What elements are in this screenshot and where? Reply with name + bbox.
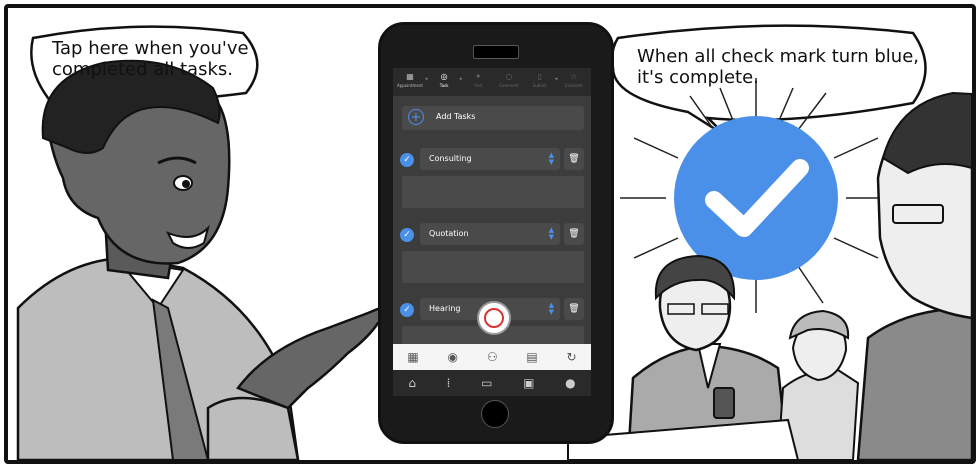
task-select[interactable]: Consulting ▲ ▼ [420,148,560,170]
checkmark-icon[interactable]: ✓ [400,228,414,242]
step-appointment[interactable]: ▦ Appointment [395,68,425,88]
step-arrow-icon: ▸ [555,76,559,82]
calendar-icon: ▦ [406,72,414,81]
step-evaluate[interactable]: ☆ Evaluate [559,68,589,88]
home-icon[interactable]: ⌂ [408,376,416,390]
trash-icon[interactable]: 🗑 [564,298,584,320]
trash-icon[interactable]: 🗑 [564,148,584,170]
app-screen: ▦ Appointment ▸ ◎ Task ▸ ✦ Visit ○ Comment ▯… [393,68,591,396]
client-figure-right [856,91,972,460]
add-tasks-button[interactable]: + Add Tasks [402,106,584,130]
plus-icon: + [408,109,424,125]
document-icon[interactable]: ▤ [526,350,537,364]
record-button[interactable] [477,301,511,335]
calendar-icon[interactable]: ▦ [407,350,418,364]
check-icon: ◎ [440,72,448,81]
walk-icon: ✦ [474,72,482,81]
step-comment[interactable]: ○ Comment [494,68,524,88]
phone-speaker [473,45,519,59]
phone-home-button[interactable] [481,400,509,428]
updown-chevron-icon: ▲ ▼ [548,226,554,241]
checkmark-icon[interactable]: ✓ [400,153,414,167]
location-pin-icon[interactable]: ◉ [448,350,458,364]
updown-chevron-icon: ▲ ▼ [548,151,554,166]
task-note-field[interactable] [402,176,584,208]
step-task[interactable]: ◎ Task [429,68,459,88]
step-visit[interactable]: ✦ Visit [463,68,493,88]
refresh-icon[interactable]: ↻ [567,350,577,364]
checkmark-icon[interactable]: ✓ [400,303,414,317]
task-select[interactable]: Quotation ▲ ▼ [420,223,560,245]
step-arrow-icon: ▸ [459,76,463,82]
doc-icon: ▯ [537,72,543,81]
people-icon[interactable]: ⚇ [487,350,498,364]
speech-text-left: Tap here when you've completed all tasks… [52,38,249,80]
speech-text-right: When all check mark turn blue, it's comp… [637,46,920,88]
add-tasks-label: Add Tasks [436,112,476,121]
chat-icon[interactable]: ▭ [481,376,492,390]
step-progress-bar: ▦ Appointment ▸ ◎ Task ▸ ✦ Visit ○ Comment ▯… [393,68,591,96]
footsteps-icon[interactable]: ⁞ [447,376,451,390]
main-tab-bar: ⌂ ⁞ ▭ ▣ ● [393,370,591,396]
profile-icon[interactable]: ● [565,376,575,390]
presenter-figure [16,59,416,460]
step-submit[interactable]: ▯ Submit [525,68,555,88]
step-tab-bar: ▦ ◉ ⚇ ▤ ↻ [393,344,591,370]
star-icon: ☆ [570,72,578,81]
chat-icon: ○ [505,72,513,81]
task-note-field[interactable] [402,251,584,283]
trash-icon[interactable]: 🗑 [564,223,584,245]
briefcase-icon[interactable]: ▣ [523,376,534,390]
updown-chevron-icon: ▲ ▼ [548,301,554,316]
step-arrow-icon: ▸ [425,76,429,82]
